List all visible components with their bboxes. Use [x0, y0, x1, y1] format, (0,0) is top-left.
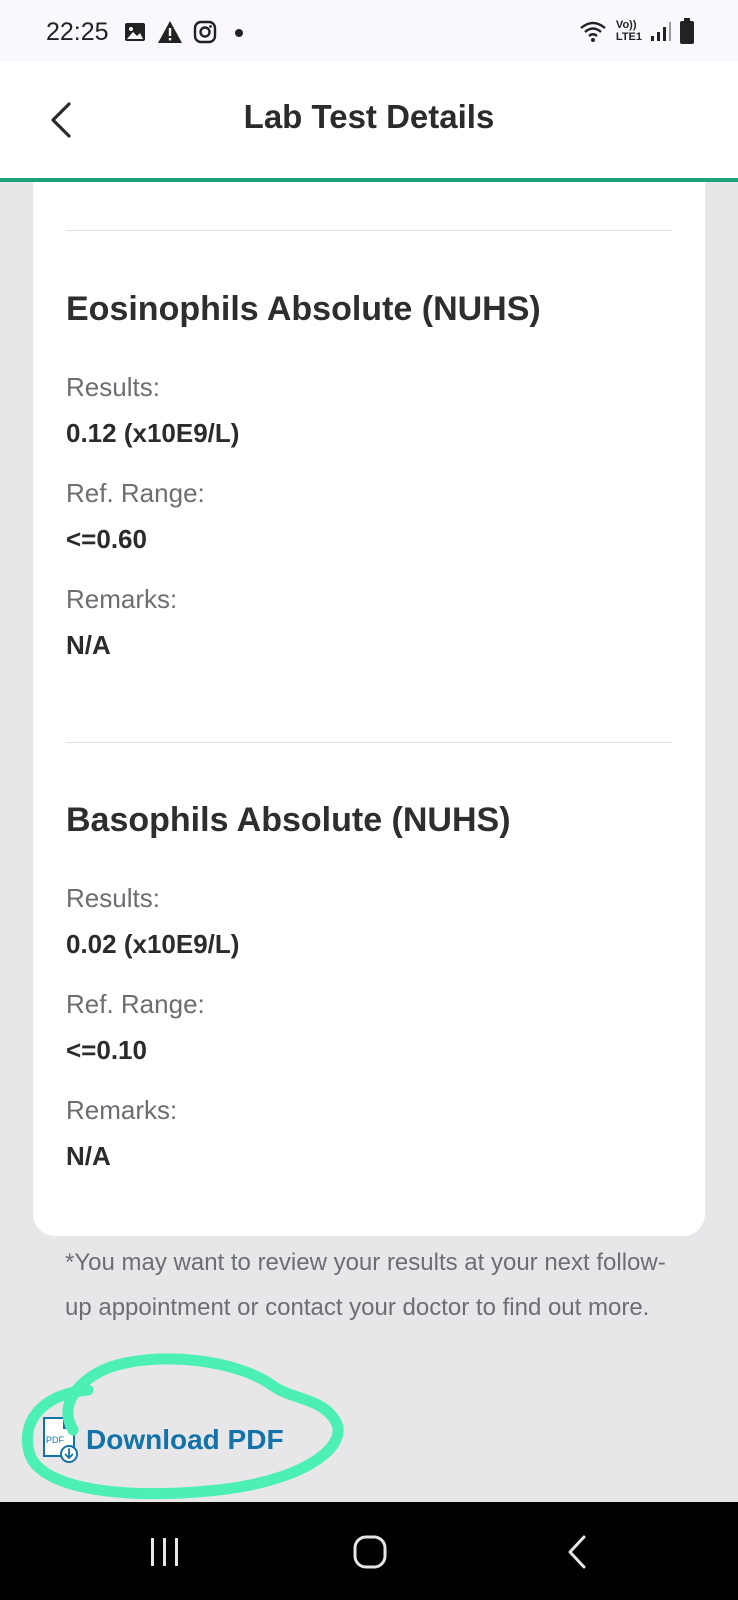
status-bar: 22:25 Vo)) LTE1 [0, 0, 738, 62]
back-icon [568, 1535, 586, 1569]
battery-icon [680, 18, 694, 44]
divider [66, 742, 672, 743]
ref-range-value: <=0.60 [66, 524, 147, 554]
results-card: Eosinophils Absolute (NUHS) Results: 0.1… [33, 182, 705, 1236]
ref-range-value: <=0.10 [66, 1035, 147, 1065]
results-label: Results: [66, 883, 160, 913]
wifi-icon [580, 21, 606, 42]
remarks-value: N/A [66, 1141, 111, 1171]
disclaimer-text: *You may want to review your results at … [65, 1249, 666, 1321]
test-title: Basophils Absolute (NUHS) [66, 801, 511, 839]
status-icons-right: Vo)) LTE1 [578, 18, 694, 44]
download-pdf-label: Download PDF [86, 1424, 284, 1455]
recent-apps-icon [151, 1538, 178, 1566]
remarks-label: Remarks: [66, 1095, 178, 1125]
signal-icon [651, 22, 671, 41]
back-nav-button[interactable] [548, 1524, 608, 1580]
volte-bottom: LTE1 [615, 31, 642, 43]
system-nav-bar [0, 1502, 738, 1600]
results-value: 0.12 (x10E9/L) [66, 418, 240, 448]
results-value: 0.02 (x10E9/L) [66, 929, 240, 959]
ref-range-label: Ref. Range: [66, 989, 205, 1019]
recent-apps-button[interactable] [135, 1524, 195, 1580]
test-title: Eosinophils Absolute (NUHS) [66, 290, 541, 328]
remarks-value: N/A [66, 630, 111, 660]
remarks-label: Remarks: [66, 584, 178, 614]
pdf-download-icon: PDF [43, 1417, 78, 1463]
dot-icon [235, 29, 243, 37]
home-icon [353, 1535, 387, 1569]
home-button[interactable] [340, 1524, 400, 1580]
instagram-icon [193, 20, 217, 44]
image-icon [125, 23, 145, 41]
status-time: 22:25 [46, 18, 109, 46]
page-title: Lab Test Details [243, 98, 495, 135]
ref-range-label: Ref. Range: [66, 478, 205, 508]
status-icons-left [123, 20, 247, 44]
app-header: Lab Test Details [0, 62, 738, 182]
volte-top: Vo)) [615, 19, 637, 31]
warning-icon [158, 21, 182, 43]
results-label: Results: [66, 372, 160, 402]
pdf-icon-text: PDF [46, 1435, 65, 1445]
divider [66, 230, 672, 231]
volte-icon: Vo)) LTE1 [616, 19, 642, 43]
download-pdf-button[interactable]: PDF Download PDF [40, 1416, 284, 1464]
